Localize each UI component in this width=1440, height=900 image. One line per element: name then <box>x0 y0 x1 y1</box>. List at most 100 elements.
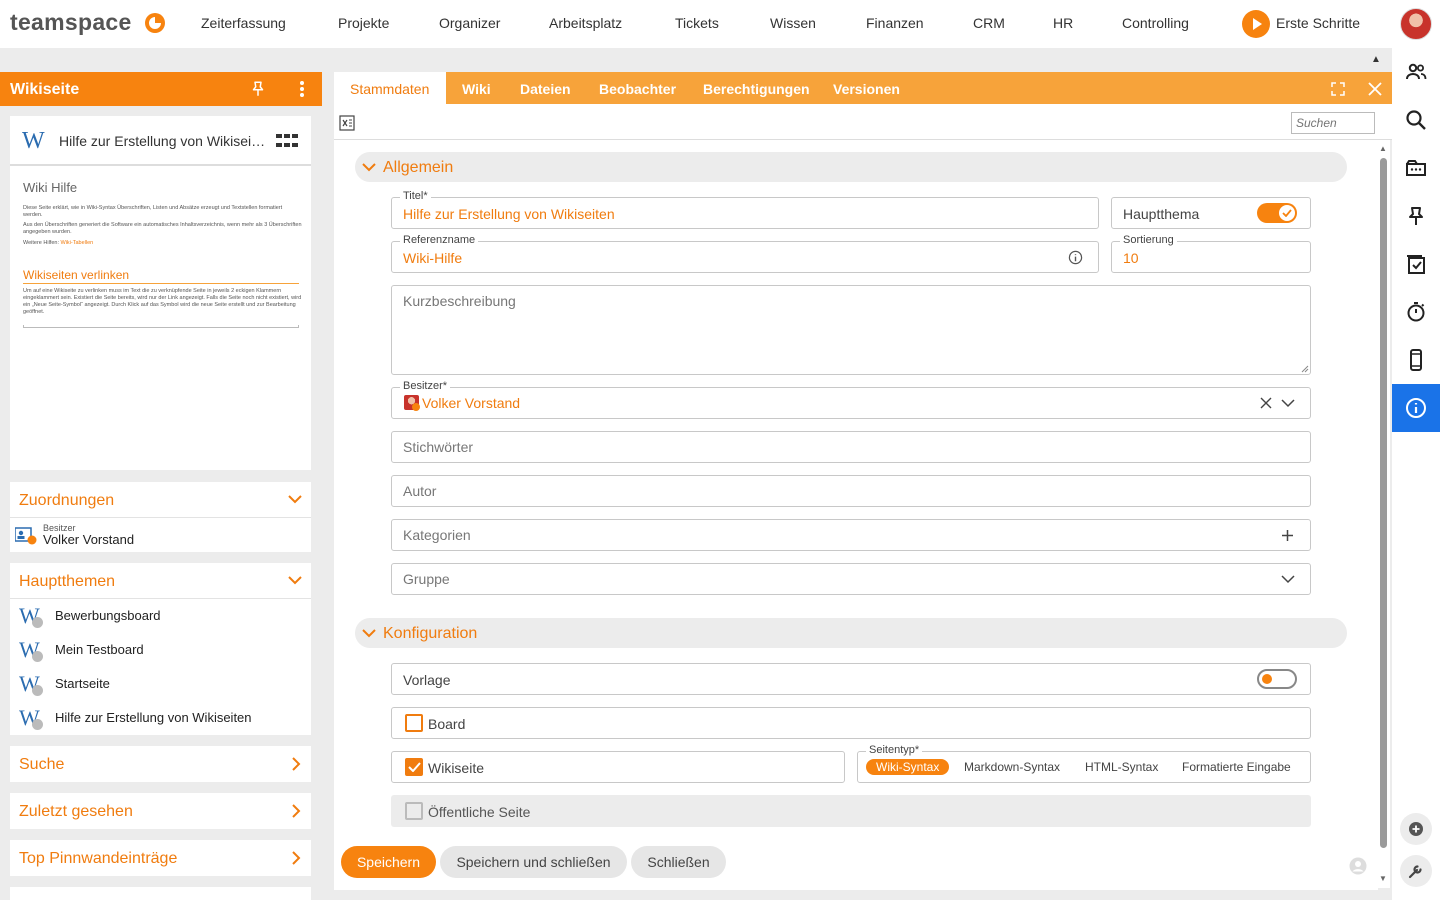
nav-arbeitsplatz[interactable]: Arbeitsplatz <box>549 15 622 31</box>
nav-finanzen[interactable]: Finanzen <box>866 15 924 31</box>
scroll-up-icon[interactable]: ▲ <box>1379 144 1387 153</box>
save-button[interactable]: Speichern <box>341 846 436 878</box>
stopwatch-icon[interactable] <box>1404 300 1428 324</box>
nav-wissen[interactable]: Wissen <box>770 15 816 31</box>
pin-icon[interactable] <box>249 80 267 98</box>
link-badge-icon <box>32 651 43 662</box>
chevron-down-icon[interactable] <box>288 494 302 504</box>
tab-beobachter[interactable]: Beobachter <box>599 81 676 97</box>
reference-value[interactable]: Wiki-Hilfe <box>403 250 462 266</box>
chevron-down-icon[interactable] <box>1281 574 1295 584</box>
vorlage-toggle[interactable] <box>1257 669 1297 689</box>
more-vertical-icon[interactable] <box>294 80 310 98</box>
search-input[interactable] <box>1291 112 1375 134</box>
close-button[interactable]: Schließen <box>631 846 726 878</box>
chevron-down-icon[interactable] <box>288 575 302 585</box>
chevron-right-icon[interactable] <box>291 851 301 865</box>
topic-item-bewerbungsboard[interactable]: Bewerbungsboard <box>55 608 161 623</box>
collapse-up-icon[interactable]: ▲ <box>1371 54 1381 65</box>
pin-icon[interactable] <box>1404 204 1428 228</box>
page-type-markdown[interactable]: Markdown-Syntax <box>964 760 1060 774</box>
tab-berechtigungen[interactable]: Berechtigungen <box>703 81 810 97</box>
konfiguration-section-bar[interactable] <box>355 618 1347 648</box>
chevron-right-icon[interactable] <box>291 804 301 818</box>
add-circle-icon[interactable] <box>1408 821 1424 837</box>
nav-projekte[interactable]: Projekte <box>338 15 389 31</box>
page-type-wiki-syntax[interactable]: Wiki-Syntax <box>866 759 950 775</box>
short-description-textarea[interactable] <box>391 285 1311 375</box>
title-value[interactable]: Hilfe zur Erstellung von Wikiseiten <box>403 206 615 222</box>
info-icon[interactable] <box>1404 396 1428 420</box>
short-description-placeholder: Kurzbeschreibung <box>403 293 516 309</box>
grid-menu-icon[interactable] <box>276 134 298 148</box>
clear-icon[interactable] <box>1260 397 1272 409</box>
hauptthemen-title[interactable]: Hauptthemen <box>19 573 115 591</box>
page-type-html[interactable]: HTML-Syntax <box>1085 760 1158 774</box>
categories-field[interactable] <box>391 519 1311 551</box>
chevron-down-icon[interactable] <box>362 628 376 638</box>
board-checkbox[interactable] <box>405 714 423 732</box>
owner-value[interactable]: Volker Vorstand <box>422 395 520 411</box>
plus-icon[interactable] <box>1281 529 1294 542</box>
zuletzt-title[interactable]: Zuletzt gesehen <box>19 803 133 821</box>
folder-dots-icon[interactable] <box>1404 156 1428 180</box>
scroll-down-icon[interactable]: ▼ <box>1379 874 1387 883</box>
topic-item-hilfe-wikiseiten[interactable]: Hilfe zur Erstellung von Wikiseiten <box>55 710 252 725</box>
author-field[interactable] <box>391 475 1311 507</box>
pinnwand-title[interactable]: Top Pinnwandeinträge <box>19 850 177 868</box>
nav-crm[interactable]: CRM <box>973 15 1005 31</box>
user-avatar[interactable] <box>1400 8 1432 40</box>
tab-versionen[interactable]: Versionen <box>833 81 900 97</box>
nav-controlling[interactable]: Controlling <box>1122 15 1189 31</box>
nav-hr[interactable]: HR <box>1053 15 1073 31</box>
allgemein-title[interactable]: Allgemein <box>383 159 453 177</box>
export-excel-icon[interactable] <box>339 115 355 131</box>
chevron-right-icon[interactable] <box>291 757 301 771</box>
search-icon[interactable] <box>1404 108 1428 132</box>
keywords-field[interactable] <box>391 431 1311 463</box>
topic-item-mein-testboard[interactable]: Mein Testboard <box>55 642 144 657</box>
preview-paragraph-3: Um auf eine Wikiseite zu verlinken muss … <box>23 288 302 315</box>
hauptthema-toggle[interactable] <box>1257 203 1297 223</box>
page-type-formatted[interactable]: Formatierte Eingabe <box>1182 760 1291 774</box>
public-page-checkbox[interactable] <box>405 802 423 820</box>
save-and-close-button[interactable]: Speichern und schließen <box>440 846 627 878</box>
allgemein-section-bar[interactable] <box>355 152 1347 182</box>
zuordnungen-title[interactable]: Zuordnungen <box>19 492 114 510</box>
info-circle-icon[interactable] <box>1068 250 1083 265</box>
konfiguration-title[interactable]: Konfiguration <box>383 625 477 643</box>
task-checklist-icon[interactable] <box>1404 252 1428 276</box>
user-circle-icon[interactable] <box>1349 857 1367 875</box>
nav-tickets[interactable]: Tickets <box>675 15 719 31</box>
app-logo[interactable]: teamspace <box>10 9 132 36</box>
owner-name[interactable]: Volker Vorstand <box>43 532 134 547</box>
first-steps-link[interactable]: Erste Schritte <box>1276 15 1360 31</box>
sort-label: Sortierung <box>1120 234 1177 246</box>
owner-select[interactable] <box>391 387 1311 419</box>
sort-value[interactable]: 10 <box>1123 250 1139 266</box>
suche-title[interactable]: Suche <box>19 756 64 774</box>
group-select[interactable] <box>391 563 1311 595</box>
wikiseite-checkbox[interactable] <box>405 758 423 776</box>
owner-status-badge <box>412 403 420 411</box>
keywords-placeholder: Stichwörter <box>403 439 474 455</box>
board-field <box>391 707 1311 739</box>
nav-organizer[interactable]: Organizer <box>439 15 500 31</box>
preview-more-link[interactable]: Wiki-Tabellen <box>61 240 94 246</box>
resize-handle-icon[interactable] <box>1301 365 1309 373</box>
chevron-down-icon[interactable] <box>1281 398 1295 408</box>
tab-wiki[interactable]: Wiki <box>462 81 491 97</box>
topic-item-startseite[interactable]: Startseite <box>55 676 110 691</box>
chevron-down-icon[interactable] <box>362 162 376 172</box>
tab-stammdaten[interactable]: Stammdaten <box>350 81 429 97</box>
maximize-icon[interactable] <box>1331 82 1345 96</box>
nav-zeiterfassung[interactable]: Zeiterfassung <box>201 15 286 31</box>
play-icon[interactable] <box>1242 10 1270 38</box>
scrollbar-thumb[interactable] <box>1380 158 1387 848</box>
people-icon[interactable] <box>1404 60 1428 84</box>
mobile-phone-icon[interactable] <box>1404 348 1428 372</box>
wrench-icon[interactable] <box>1408 863 1424 879</box>
tab-dateien[interactable]: Dateien <box>520 81 571 97</box>
reference-field[interactable] <box>391 241 1099 273</box>
close-icon[interactable] <box>1368 82 1382 96</box>
